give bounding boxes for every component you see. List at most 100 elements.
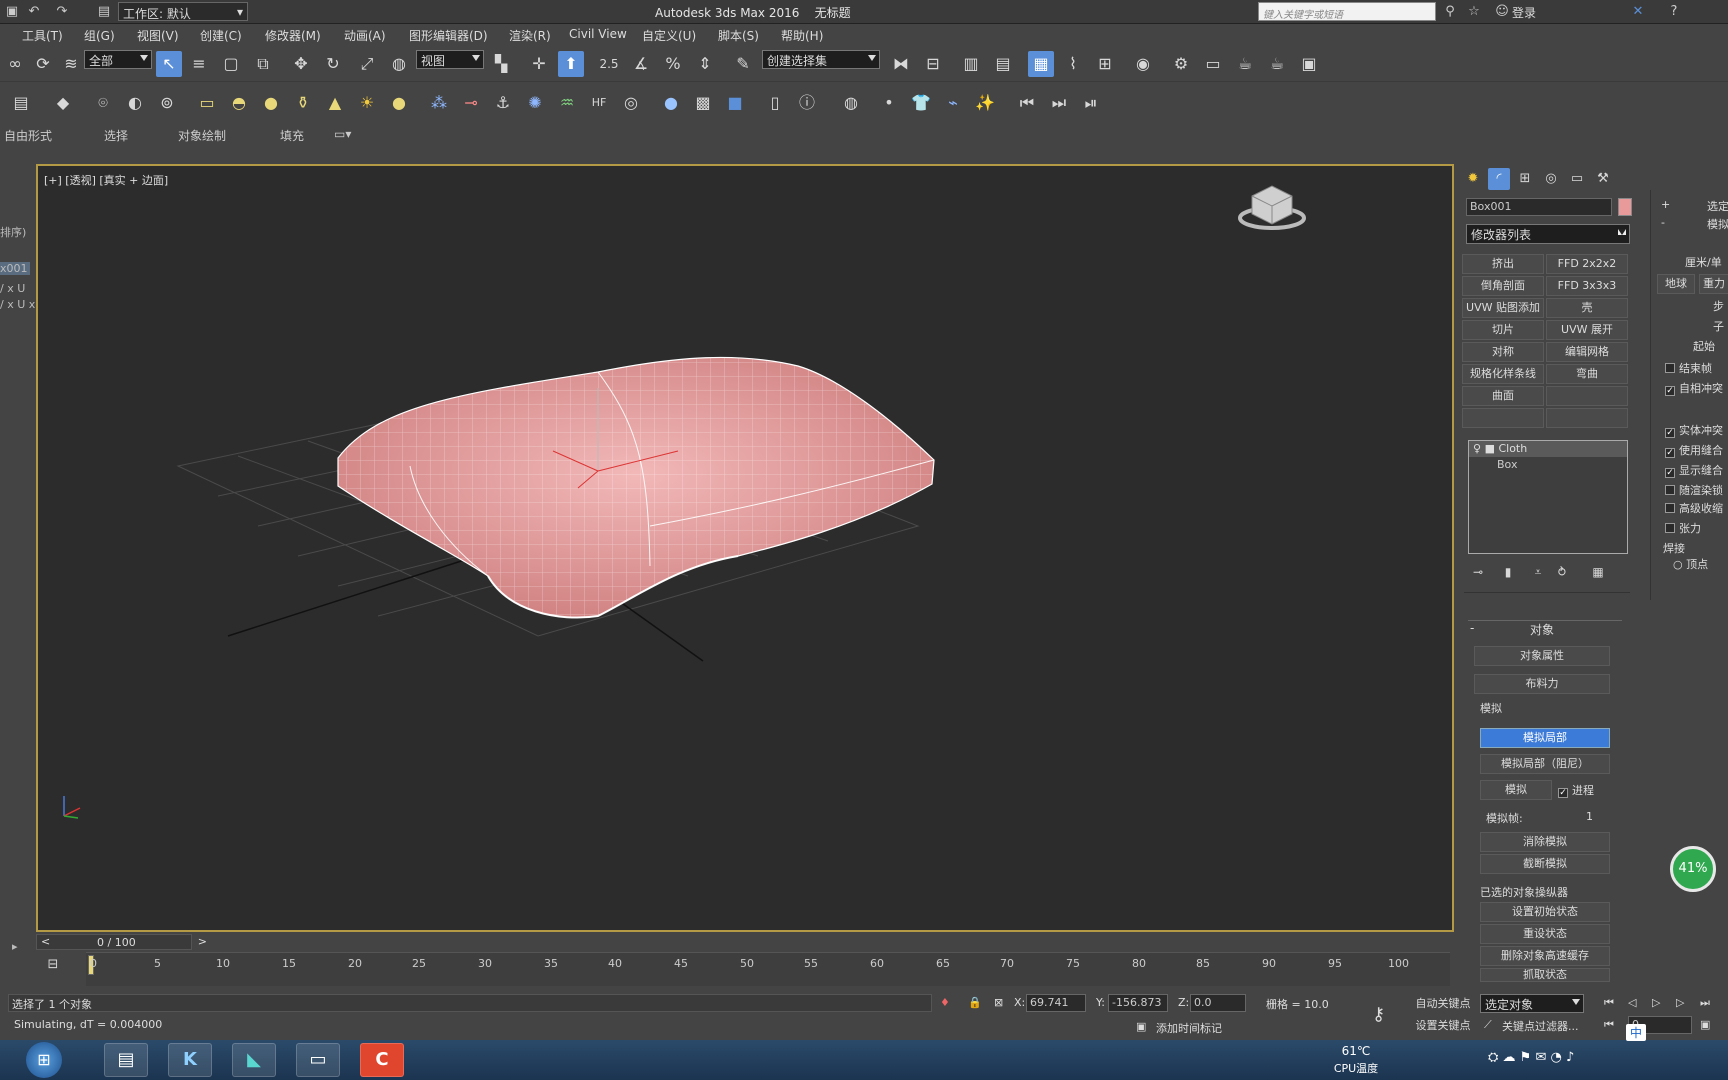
reset-state-button[interactable]: 重设状态	[1480, 924, 1610, 944]
simulate-button[interactable]: 模拟	[1480, 780, 1552, 800]
perspective-viewport[interactable]: [+] [透视] [真实 + 边面]	[36, 164, 1454, 932]
curve-editor-icon[interactable]: ⌇	[1060, 51, 1086, 77]
end-frame-checkbox[interactable]: 结束帧	[1665, 360, 1712, 376]
set-initial-state-button[interactable]: 设置初始状态	[1480, 902, 1610, 922]
key-filters-button[interactable]: 关键点过滤器...	[1502, 1018, 1579, 1034]
render-online-icon[interactable]: ▣	[1296, 51, 1322, 77]
dynamics-icon[interactable]: ⊸	[458, 90, 484, 116]
gear-icon[interactable]: ✺	[522, 90, 548, 116]
motion-tab-icon[interactable]: ◎	[1540, 168, 1562, 190]
pivot-center-icon[interactable]: ▚	[488, 51, 514, 77]
save-icon[interactable]: ▤	[96, 4, 112, 20]
mod-edit-mesh-button[interactable]: 编辑网格	[1546, 342, 1628, 362]
cone-icon[interactable]: ▲	[322, 90, 348, 116]
star-icon[interactable]: ☆	[1466, 4, 1482, 20]
taskbar-app-k[interactable]: K	[168, 1043, 212, 1077]
selection-filter-dropdown[interactable]: 全部	[84, 50, 152, 69]
modify-tab-icon[interactable]: ◜	[1488, 168, 1510, 190]
tension-checkbox[interactable]: 张力	[1665, 520, 1701, 536]
material-editor-icon[interactable]: ◉	[1130, 51, 1156, 77]
render-icon[interactable]: ☕	[1232, 51, 1258, 77]
mod-uvw-map-add-button[interactable]: UVW 贴图添加	[1462, 298, 1544, 318]
uv-icon[interactable]: ▩	[690, 90, 716, 116]
key-mode-icon[interactable]: ⏯	[1078, 90, 1104, 116]
cloth-shirt-icon[interactable]: 👕	[908, 90, 934, 116]
taskbar-viewer[interactable]: ▭	[296, 1043, 340, 1077]
truncate-simulation-button[interactable]: 截断模拟	[1480, 854, 1610, 874]
object-color-swatch[interactable]	[1618, 198, 1632, 216]
ribbon-options-icon[interactable]: ▭▾	[334, 127, 351, 141]
mod-slice-button[interactable]: 切片	[1462, 320, 1544, 340]
snap-toggle-icon[interactable]: 2.5	[596, 51, 622, 77]
next-frame-icon[interactable]: ▷	[1676, 996, 1684, 1009]
ribbon-tab-populate[interactable]: 填充	[280, 127, 304, 144]
render-setup-icon[interactable]: ⚙	[1168, 51, 1194, 77]
app-menu-icon[interactable]: ▣	[4, 4, 20, 20]
viewcube-icon[interactable]	[1238, 185, 1306, 230]
object-properties-button[interactable]: 对象属性	[1474, 646, 1610, 666]
info-icon[interactable]: ⓘ	[794, 90, 820, 116]
set-key-button[interactable]: 设置关键点	[1410, 1016, 1476, 1036]
named-selection-dropdown[interactable]: 创建选择集	[762, 50, 880, 69]
display-icon[interactable]: ▯	[762, 90, 788, 116]
scene-item-row[interactable]: / x U	[0, 282, 25, 295]
hf-icon[interactable]: HF	[586, 90, 612, 116]
rollout-minus-icon[interactable]: -	[1661, 216, 1665, 229]
y-coordinate-field[interactable]: -156.873	[1108, 994, 1168, 1012]
menu-modifiers[interactable]: 修改器(M)	[265, 27, 321, 44]
brush-icon[interactable]: ⌁	[940, 90, 966, 116]
taskbar-explorer[interactable]: ▤	[104, 1043, 148, 1077]
time-config-icon[interactable]: ▣	[1700, 1018, 1710, 1031]
tray-icons[interactable]: ⛭ ☁ ⚑ ✉ ◔ ♪	[1488, 1050, 1574, 1065]
remove-modifier-icon[interactable]: ⥁	[1552, 562, 1572, 582]
solid-collision-checkbox[interactable]: ✓ 实体冲突	[1665, 422, 1723, 438]
menu-help[interactable]: 帮助(H)	[781, 27, 823, 44]
move-icon[interactable]: ✥	[288, 51, 314, 77]
layer-icon[interactable]: ▤	[8, 90, 34, 116]
modifier-list-dropdown[interactable]: 修改器列表	[1466, 224, 1630, 244]
slider-right-icon[interactable]: >	[198, 935, 207, 948]
menu-graph-editors[interactable]: 图形编辑器(D)	[409, 27, 488, 44]
rotate-icon[interactable]: ↻	[320, 51, 346, 77]
transform-mode-icon[interactable]: ⊠	[994, 996, 1003, 1009]
create-tab-icon[interactable]: ✹	[1462, 168, 1484, 190]
configure-sets-icon[interactable]: ▦	[1588, 562, 1608, 582]
menu-view[interactable]: 视图(V)	[137, 27, 179, 44]
go-to-end-icon[interactable]: ⏭	[1700, 996, 1710, 1010]
mod-empty-button[interactable]	[1546, 408, 1628, 428]
window-crossing-icon[interactable]: ⧉	[250, 51, 276, 77]
menu-tools[interactable]: 工具(T)	[22, 27, 63, 44]
plane-icon[interactable]: ▭	[194, 90, 220, 116]
start-button[interactable]: ⊞	[26, 1042, 62, 1078]
menu-group[interactable]: 组(G)	[84, 27, 115, 44]
reel-icon[interactable]: ⊚	[154, 90, 180, 116]
key-icon[interactable]: ⚷	[1372, 1004, 1385, 1025]
stack-item-cloth[interactable]: ♀ ■ Cloth	[1469, 441, 1627, 457]
mod-bend-button[interactable]: 弯曲	[1546, 364, 1628, 384]
key-next-icon[interactable]: ⏭	[1046, 90, 1072, 116]
redo-icon[interactable]: ↷	[54, 4, 70, 20]
prev-frame-icon[interactable]: ◁	[1628, 996, 1636, 1009]
mod-extrude-button[interactable]: 挤出	[1462, 254, 1544, 274]
grab-state-button[interactable]: 抓取状态	[1480, 968, 1610, 982]
menu-create[interactable]: 创建(C)	[200, 27, 242, 44]
cloth-forces-button[interactable]: 布料力	[1474, 674, 1610, 694]
keyboard-shortcut-override-icon[interactable]: ⬆	[558, 51, 584, 77]
simulation-rollout-label[interactable]: 模拟	[1707, 216, 1728, 232]
slider-left-icon[interactable]: <	[41, 935, 50, 948]
rollout-header-object[interactable]: - 对象	[1468, 620, 1622, 637]
graphite-ribbon-icon[interactable]: ▦	[1028, 51, 1054, 77]
mod-empty-button[interactable]	[1546, 386, 1628, 406]
scene-item-box001[interactable]: x001	[0, 262, 30, 275]
scene-explorer-icon[interactable]: ▥	[958, 51, 984, 77]
particles-icon[interactable]: ⁂	[426, 90, 452, 116]
x-coordinate-field[interactable]: 69.741	[1026, 994, 1086, 1012]
binoculars-icon[interactable]: ⚲	[1442, 4, 1458, 20]
mod-ffd3-button[interactable]: FFD 3x3x3	[1546, 276, 1628, 296]
scale-icon[interactable]: ⤢	[354, 51, 380, 77]
teapot-icon[interactable]: ⚱	[290, 90, 316, 116]
key-set-dropdown[interactable]: 选定对象	[1480, 994, 1584, 1013]
mod-ffd2-button[interactable]: FFD 2x2x2	[1546, 254, 1628, 274]
container-icon[interactable]: ◆	[50, 90, 76, 116]
menu-animation[interactable]: 动画(A)	[344, 27, 386, 44]
